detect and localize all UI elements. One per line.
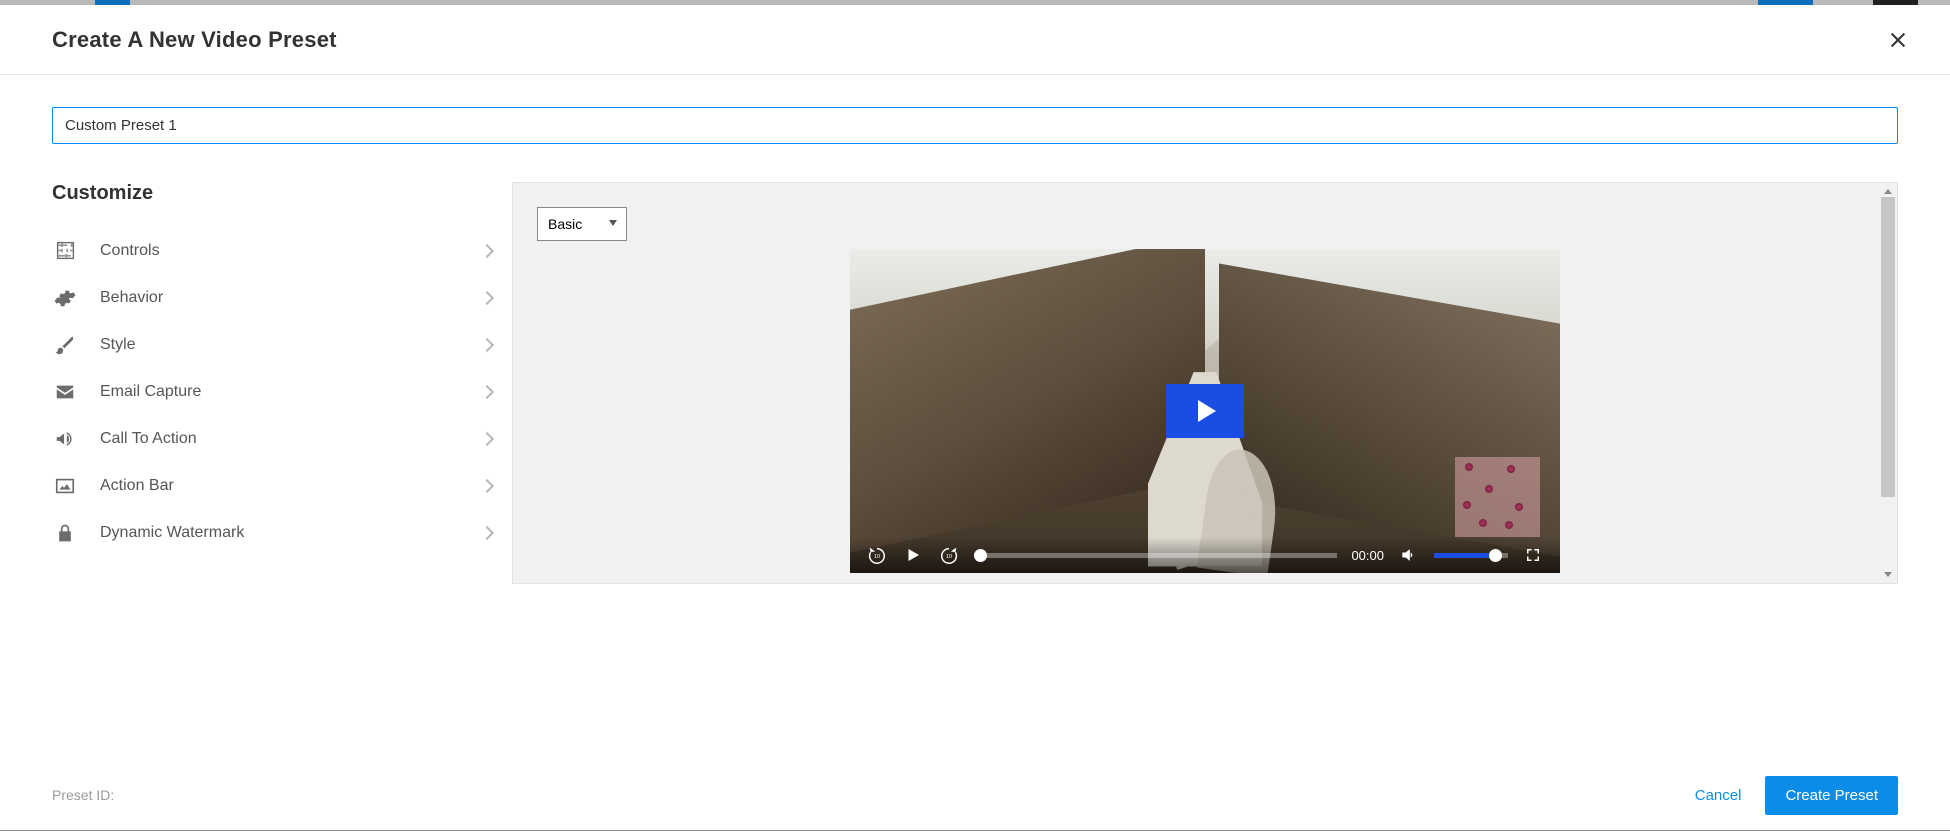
scroll-thumb[interactable] — [1881, 197, 1895, 497]
sidebar-item-controls[interactable]: Controls — [52, 227, 502, 274]
svg-text:10: 10 — [946, 554, 952, 560]
volume-icon[interactable] — [1398, 544, 1420, 566]
modal-title: Create A New Video Preset — [52, 27, 337, 53]
sidebar-item-action-bar[interactable]: Action Bar — [52, 462, 502, 509]
chevron-right-icon — [480, 243, 494, 257]
volume-handle[interactable] — [1489, 549, 1502, 562]
modal-footer: Preset ID: Cancel Create Preset — [0, 760, 1950, 830]
video-controls: 10 10 00:00 — [850, 537, 1560, 573]
cancel-button[interactable]: Cancel — [1691, 779, 1746, 812]
sidebar-item-label: Call To Action — [100, 430, 482, 448]
customize-sidebar: Customize Controls Behavior — [52, 182, 512, 760]
create-preset-button[interactable]: Create Preset — [1765, 776, 1898, 815]
sidebar-item-style[interactable]: Style — [52, 321, 502, 368]
preview-scrollbar[interactable] — [1881, 185, 1895, 581]
watermark-preview — [1455, 457, 1540, 537]
sidebar-item-email-capture[interactable]: Email Capture — [52, 368, 502, 415]
preset-name-input[interactable] — [52, 107, 1898, 144]
modal-header: Create A New Video Preset — [0, 5, 1950, 75]
brush-icon — [52, 332, 78, 358]
chevron-right-icon — [480, 478, 494, 492]
mail-icon — [52, 379, 78, 405]
skin-select[interactable]: Basic — [537, 207, 627, 241]
play-icon[interactable] — [902, 544, 924, 566]
scroll-up-icon[interactable] — [1884, 189, 1892, 194]
image-icon — [52, 473, 78, 499]
chevron-right-icon — [480, 337, 494, 351]
svg-text:10: 10 — [874, 554, 880, 560]
chevron-right-icon — [480, 525, 494, 539]
sidebar-item-label: Dynamic Watermark — [100, 524, 482, 542]
play-overlay-button[interactable] — [1166, 384, 1244, 438]
chevron-right-icon — [480, 290, 494, 304]
sidebar-item-dynamic-watermark[interactable]: Dynamic Watermark — [52, 509, 502, 556]
sidebar-item-label: Controls — [100, 242, 482, 260]
volume-slider[interactable] — [1434, 553, 1508, 558]
sidebar-item-label: Email Capture — [100, 383, 482, 401]
rewind-10-icon[interactable]: 10 — [866, 544, 888, 566]
customize-heading: Customize — [52, 182, 502, 205]
megaphone-icon — [52, 426, 78, 452]
video-preview[interactable]: 10 10 00:00 — [850, 249, 1560, 573]
sidebar-item-label: Behavior — [100, 289, 482, 307]
lock-icon — [52, 520, 78, 546]
preview-pane: Basic — [512, 182, 1898, 584]
sidebar-item-behavior[interactable]: Behavior — [52, 274, 502, 321]
close-icon[interactable] — [1888, 30, 1908, 50]
progress-bar[interactable] — [974, 553, 1337, 558]
chevron-right-icon — [480, 431, 494, 445]
sidebar-item-call-to-action[interactable]: Call To Action — [52, 415, 502, 462]
gear-icon — [52, 285, 78, 311]
sidebar-item-label: Action Bar — [100, 477, 482, 495]
fullscreen-icon[interactable] — [1522, 544, 1544, 566]
scroll-down-icon[interactable] — [1884, 572, 1892, 577]
progress-handle[interactable] — [974, 549, 987, 562]
time-current: 00:00 — [1351, 548, 1384, 563]
sliders-icon — [52, 238, 78, 264]
chevron-right-icon — [480, 384, 494, 398]
sidebar-item-label: Style — [100, 336, 482, 354]
create-video-preset-modal: Create A New Video Preset Customize Cont… — [0, 5, 1950, 830]
preset-id-label: Preset ID: — [52, 787, 114, 803]
forward-10-icon[interactable]: 10 — [938, 544, 960, 566]
